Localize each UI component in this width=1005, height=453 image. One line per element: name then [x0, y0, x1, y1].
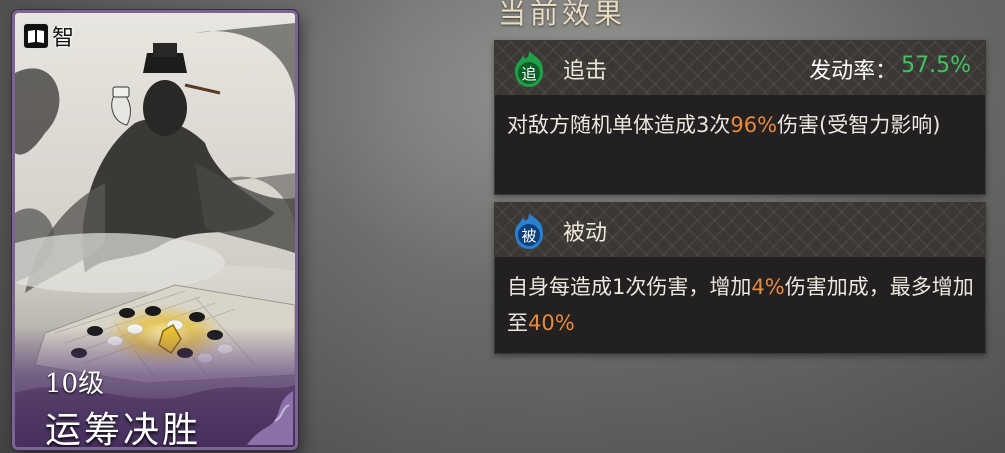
desc-highlight: 96%	[730, 113, 778, 137]
passive-skill-icon: 被	[515, 213, 543, 249]
card-type-badge: 智	[23, 23, 75, 51]
desc-text: 对敌方随机单体造成3次	[507, 113, 731, 137]
skill-description: 对敌方随机单体造成3次96%伤害(受智力影响)	[507, 107, 977, 143]
desc-text: 伤害(受智力影响)	[777, 113, 941, 137]
pursuit-skill-icon: 追	[515, 51, 543, 87]
skill-block-pursuit: 追 追击 发动率： 57.5% 对敌方随机单体造成3次96%伤害(受智力影响)	[494, 40, 986, 195]
desc-highlight: 40%	[528, 311, 575, 335]
skill-name: 被动	[563, 221, 608, 246]
skill-description: 自身每造成1次伤害，增加4%伤害加成，最多增加至40%	[507, 269, 977, 341]
skill-header: 被 被动	[495, 203, 985, 257]
desc-text: 自身每造成1次伤害，增加	[507, 275, 752, 299]
card-level: 10级	[45, 369, 105, 399]
skill-card[interactable]: 智 10级 运筹决胜	[12, 10, 298, 450]
card-type-label: 智	[52, 26, 75, 51]
skill-icon-char: 被	[521, 227, 536, 245]
card-name: 运筹决胜	[45, 410, 202, 450]
desc-highlight: 4%	[751, 275, 785, 299]
skill-header: 追 追击 发动率： 57.5%	[495, 41, 985, 95]
skill-icon-char: 追	[521, 65, 536, 83]
trigger-rate-value: 57.5%	[901, 53, 971, 78]
cloud-ornament-icon	[247, 391, 293, 445]
skill-block-passive: 被 被动 自身每造成1次伤害，增加4%伤害加成，最多增加至40%	[494, 202, 986, 354]
trigger-rate: 发动率： 57.5%	[809, 53, 971, 85]
panel-title: 当前效果	[498, 0, 627, 30]
skill-name: 追击	[563, 59, 608, 84]
trigger-rate-label: 发动率：	[809, 59, 898, 84]
book-icon	[23, 23, 49, 49]
